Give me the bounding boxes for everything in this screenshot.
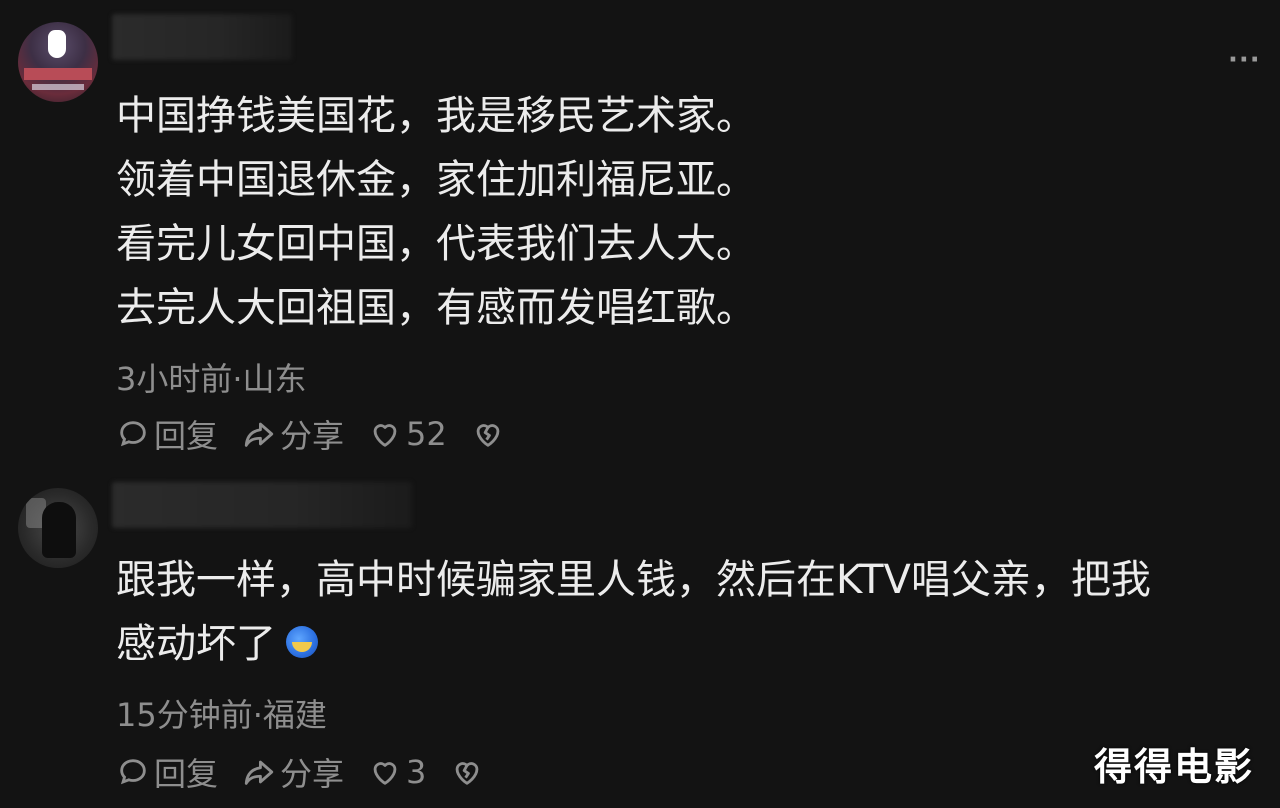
heart-icon bbox=[373, 424, 397, 447]
comment-text-line: 跟我一样，高中时候骗家里人钱，然后在KTV唱父亲，把我 bbox=[116, 557, 1151, 603]
comment-text-line: 感动坏了 bbox=[116, 612, 318, 676]
comment-text-line: 领着中国退休金，家住加利福尼亚。 bbox=[116, 157, 756, 203]
like-count: 52 bbox=[406, 415, 447, 453]
share-button[interactable]: 分享 bbox=[242, 411, 344, 457]
comments-page: ··· 中国挣钱美国花，我是移民艺术家。 领着中国退休金，家住加利福尼亚。 看完… bbox=[0, 0, 1280, 808]
comment-icon bbox=[120, 421, 146, 447]
comment-actions: 回复 分享 3 bbox=[116, 749, 512, 795]
share-label: 分享 bbox=[280, 755, 345, 793]
watermark: 得得电影 bbox=[1094, 745, 1255, 789]
avatar[interactable] bbox=[18, 488, 98, 568]
like-button[interactable]: 3 bbox=[368, 753, 426, 791]
share-icon bbox=[244, 422, 274, 447]
comment-text-segment: 感动坏了 bbox=[116, 621, 276, 667]
broken-heart-icon bbox=[456, 762, 479, 785]
username-blurred[interactable] bbox=[112, 14, 292, 60]
reply-label: 回复 bbox=[154, 417, 219, 455]
reply-label: 回复 bbox=[154, 755, 219, 793]
comment-icon bbox=[120, 759, 146, 785]
comment-text-line: 中国挣钱美国花，我是移民艺术家。 bbox=[116, 93, 756, 139]
avatar[interactable] bbox=[18, 22, 98, 102]
reply-button[interactable]: 回复 bbox=[116, 411, 218, 457]
dislike-button[interactable] bbox=[471, 417, 509, 451]
username-blurred[interactable] bbox=[112, 482, 412, 528]
like-button[interactable]: 52 bbox=[368, 415, 447, 453]
like-count: 3 bbox=[406, 753, 427, 791]
dislike-button[interactable] bbox=[450, 755, 488, 789]
heart-icon bbox=[373, 762, 397, 785]
more-dots-icon[interactable]: ··· bbox=[1228, 47, 1260, 73]
comment-text-line: 去完人大回祖国，有感而发唱红歌。 bbox=[116, 285, 756, 331]
broken-heart-icon bbox=[476, 424, 500, 447]
share-button[interactable]: 分享 bbox=[242, 749, 344, 795]
comment-actions: 回复 分享 52 bbox=[116, 411, 533, 457]
share-label: 分享 bbox=[280, 417, 345, 455]
share-icon bbox=[244, 760, 274, 785]
comment-meta: 3小时前·山东 bbox=[116, 360, 307, 398]
comment-text-line: 看完儿女回中国，代表我们去人大。 bbox=[116, 221, 756, 267]
comment-meta: 15分钟前·福建 bbox=[116, 696, 327, 734]
emoji-icon bbox=[286, 626, 318, 658]
reply-button[interactable]: 回复 bbox=[116, 749, 218, 795]
